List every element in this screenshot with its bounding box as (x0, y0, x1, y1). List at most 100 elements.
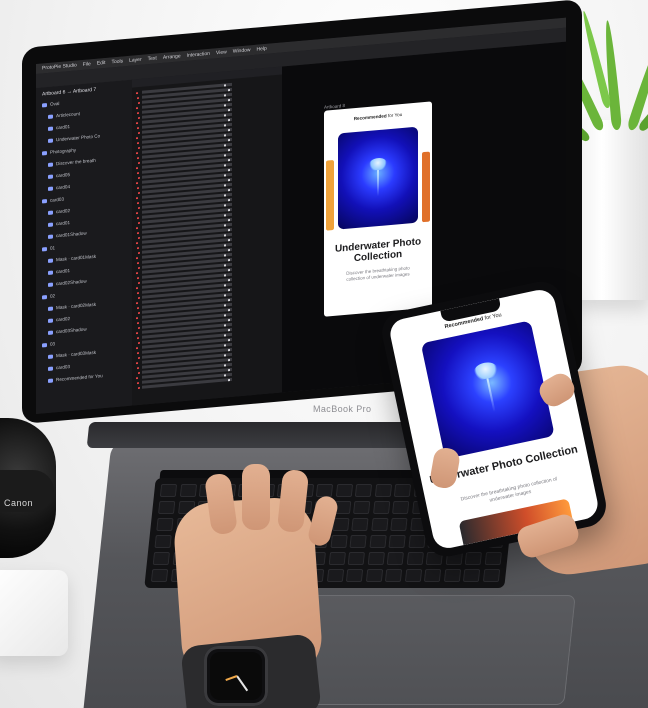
menu-item[interactable]: Help (257, 46, 267, 53)
layer-row[interactable]: Photography (42, 146, 76, 156)
layer-row[interactable]: 01 (42, 244, 55, 252)
layer-row[interactable]: Discover the breath (48, 157, 96, 168)
timeline-keyframe (137, 336, 139, 340)
artboard-path: Artboard 6 → Artboard 7 (42, 86, 97, 98)
keyboard-key (159, 484, 178, 497)
layer-row[interactable]: card01 (48, 267, 70, 276)
layer-row[interactable]: card05 (48, 171, 70, 180)
menu-item[interactable]: Text (148, 55, 157, 62)
timeline-marker (224, 184, 226, 187)
layer-icon (42, 246, 47, 251)
layer-row[interactable]: card03Shadow (48, 326, 87, 336)
timeline-marker (224, 174, 226, 177)
menu-item[interactable]: Arrange (163, 53, 181, 61)
layer-icon (48, 282, 53, 287)
layer-row[interactable]: Mask · card03Mask (48, 349, 96, 360)
timeline-keyframe (136, 227, 138, 230)
keyboard-key (372, 501, 390, 514)
timeline-marker (228, 149, 230, 152)
timeline-marker (228, 99, 230, 102)
timeline-keyframe (138, 191, 140, 195)
layer-label: Discover the breath (56, 157, 96, 167)
layer-icon (48, 186, 53, 191)
layer-label: card03 (56, 364, 71, 371)
layer-row[interactable]: Articlecount (48, 110, 80, 120)
timeline-marker (228, 199, 230, 202)
layer-row[interactable]: Mask · card01Mask (48, 253, 96, 264)
timeline-keyframe (136, 242, 138, 245)
layer-label: card04 (56, 184, 71, 191)
timeline-marker (228, 319, 230, 322)
layer-row[interactable]: card02 (48, 207, 70, 216)
timeline-marker (228, 139, 230, 142)
keyboard-key (407, 535, 426, 548)
keyboard-key (443, 569, 461, 582)
timeline-keyframe (137, 126, 139, 130)
layer-label: card05 (56, 172, 71, 179)
layer-icon (42, 102, 47, 107)
layer-row[interactable]: card01Shadow (48, 230, 87, 240)
timeline-marker (228, 379, 230, 382)
menu-item[interactable]: Layer (129, 57, 142, 64)
timeline-keyframe (137, 141, 139, 145)
layer-label: Recommended for You (56, 373, 103, 383)
timeline-marker (228, 289, 230, 292)
timeline-keyframe (138, 326, 140, 330)
layer-label: Mask · card03Mask (56, 349, 97, 359)
keyboard-key (315, 484, 334, 497)
layer-row[interactable]: card03 (42, 196, 64, 205)
timeline-marker (228, 169, 230, 172)
timeline-keyframe (138, 341, 140, 345)
timeline-marker (228, 359, 230, 362)
layer-row[interactable]: card04 (48, 183, 70, 192)
timeline-marker (228, 129, 230, 132)
menu-item[interactable]: Interaction (187, 51, 210, 59)
timeline-marker (228, 189, 230, 192)
layer-row[interactable]: card03 (48, 363, 70, 372)
layer-row[interactable]: 03 (42, 340, 55, 348)
layer-row[interactable]: Recommended for You (48, 372, 103, 384)
layer-icon (48, 258, 53, 263)
layer-label: card01Shadow (56, 230, 87, 239)
layer-row[interactable]: Mask · card02Mask (48, 301, 96, 312)
keyboard-key (150, 569, 169, 582)
layer-row[interactable]: card02Shadow (48, 278, 87, 288)
keyboard-key (374, 484, 392, 497)
layers-panel: Artboard 6 → Artboard 7 Oval Articlecount… (36, 79, 133, 414)
timeline-keyframe (137, 276, 139, 280)
menu-item[interactable]: Edit (97, 60, 106, 67)
layer-row[interactable]: card01 (48, 219, 70, 228)
keyboard-key (464, 552, 483, 565)
layer-icon (48, 114, 53, 119)
layer-row[interactable]: card02 (48, 315, 70, 324)
layer-label: 01 (50, 245, 56, 251)
timeline-keyframe (136, 287, 138, 290)
keyboard-key (156, 518, 174, 531)
layer-icon (48, 270, 53, 275)
timeline-keyframe (136, 302, 138, 305)
menu-item[interactable]: Tools (111, 58, 123, 65)
timeline-marker (228, 119, 230, 122)
keyboard-key (388, 535, 406, 548)
timeline-keyframe (138, 281, 140, 285)
timeline-marker (228, 309, 230, 312)
layer-icon (42, 150, 47, 155)
layer-row[interactable]: card01 (48, 123, 70, 132)
power-adapter (0, 570, 68, 656)
timeline-keyframe (137, 96, 139, 100)
timeline-marker (224, 274, 226, 277)
layer-row[interactable]: Oval (42, 100, 59, 109)
timeline-marker (224, 364, 226, 367)
layer-row[interactable]: 02 (42, 292, 55, 300)
layer-row[interactable]: Underwater Photo Co (48, 132, 100, 144)
layer-label: Oval (50, 100, 60, 107)
keyboard-key (335, 484, 353, 497)
menu-item[interactable]: File (83, 61, 91, 68)
keyboard-key (406, 552, 424, 565)
timeline-keyframe (137, 171, 139, 175)
timeline-keyframe (138, 116, 140, 120)
timeline-marker (224, 254, 226, 257)
layer-icon (48, 222, 53, 227)
menu-item[interactable]: Window (233, 47, 251, 55)
menu-item[interactable]: View (216, 49, 227, 56)
